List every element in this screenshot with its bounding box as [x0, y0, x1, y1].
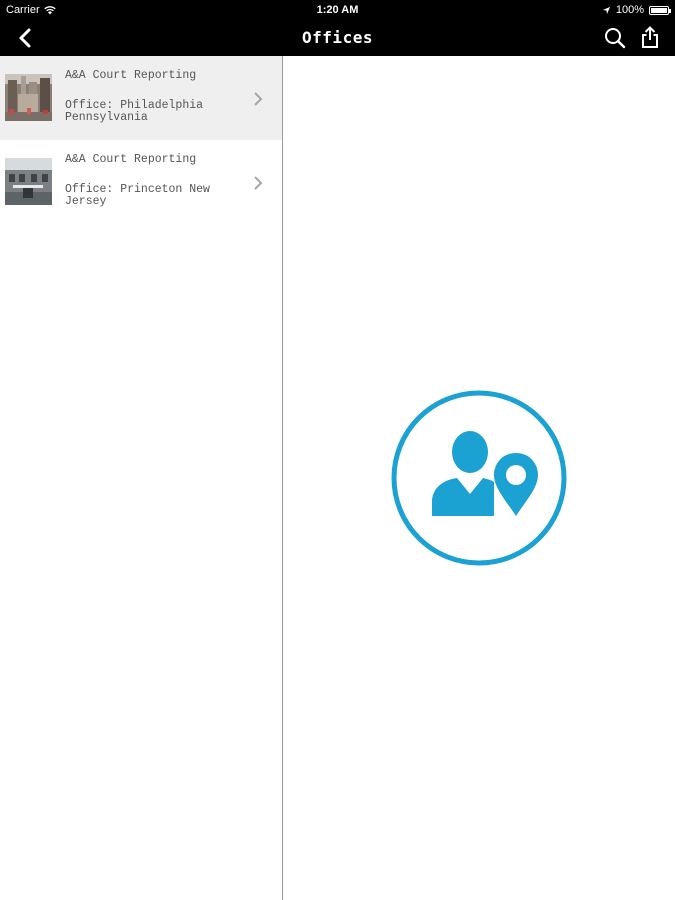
- clock: 1:20 AM: [316, 4, 359, 16]
- chevron-right-icon: [254, 92, 263, 106]
- office-list: A&A Court Reporting Office: Philadelphia…: [0, 56, 283, 900]
- location-arrow-icon: [602, 6, 610, 14]
- detail-pane: [283, 56, 675, 900]
- chevron-right-icon: [254, 176, 263, 190]
- office-texts: A&A Court Reporting Office: Philadelphia…: [65, 70, 240, 124]
- office-location: Office: Princeton New Jersey: [65, 183, 210, 208]
- office-photo-philadelphia: [5, 74, 52, 121]
- share-icon[interactable]: [639, 26, 661, 50]
- status-right: 100%: [602, 4, 671, 16]
- navigation-bar: Offices: [0, 20, 675, 56]
- list-item[interactable]: A&A Court Reporting Office: Philadelphia…: [0, 56, 282, 140]
- office-name: A&A Court Reporting: [65, 69, 197, 82]
- status-bar: Carrier 1:20 AM 100%: [0, 0, 675, 20]
- battery-icon: [649, 5, 671, 15]
- battery-percent: 100%: [615, 4, 644, 16]
- contact-location-icon: [391, 390, 567, 566]
- office-name: A&A Court Reporting: [65, 153, 197, 166]
- page-title: Offices: [302, 28, 373, 47]
- search-icon[interactable]: [603, 26, 627, 50]
- office-location: Office: Philadelphia Pennsylvania: [65, 99, 204, 124]
- office-texts: A&A Court Reporting Office: Princeton Ne…: [65, 154, 240, 208]
- office-photo-princeton: [5, 158, 52, 205]
- list-item[interactable]: A&A Court Reporting Office: Princeton Ne…: [0, 140, 282, 224]
